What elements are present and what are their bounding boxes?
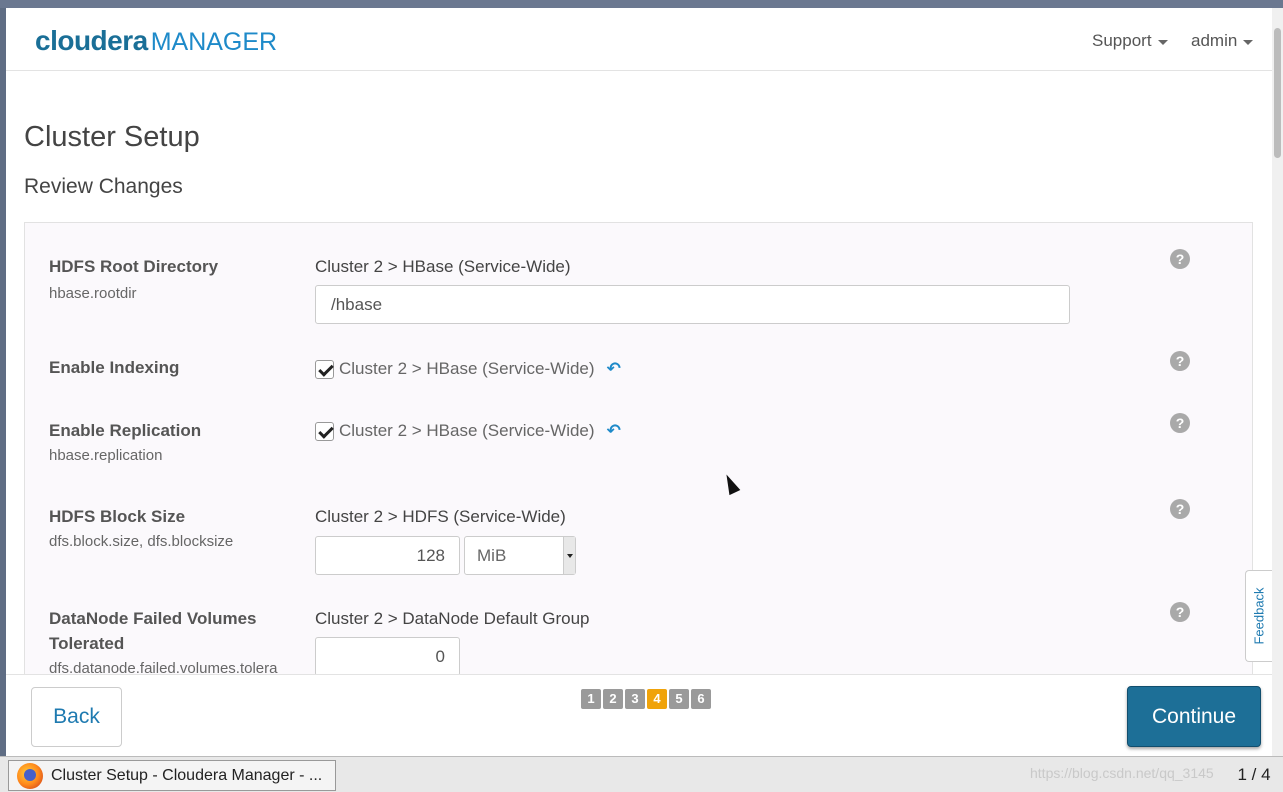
support-label: Support [1092, 31, 1152, 50]
step-2: 2 [603, 689, 623, 709]
continue-button[interactable]: Continue [1127, 686, 1261, 747]
review-changes-panel: HDFS Root Directory hbase.rootdir Cluste… [24, 222, 1253, 692]
cloudera-manager-logo[interactable]: cloudera MANAGER [35, 25, 277, 57]
taskbar-window-button[interactable]: Cluster Setup - Cloudera Manager - ... [8, 760, 336, 791]
workspace-counter[interactable]: 1 / 4 [1232, 761, 1276, 789]
admin-menu[interactable]: admin [1191, 31, 1254, 51]
datanode-failed-volumes-input[interactable]: 0 [315, 637, 460, 676]
label-line-1: DataNode Failed Volumes [49, 609, 257, 628]
enable-indexing-checkbox[interactable] [315, 359, 334, 379]
vertical-scrollbar[interactable] [1272, 8, 1283, 756]
chevron-down-icon [1243, 39, 1254, 45]
header: cloudera MANAGER Support admin [6, 8, 1272, 71]
watermark-text: https://blog.csdn.net/qq_3145 [1030, 765, 1214, 781]
step-1: 1 [581, 689, 601, 709]
top-strip [0, 0, 1283, 8]
hdfs-root-directory-scope: Cluster 2 > HBase (Service-Wide) [315, 257, 571, 276]
scrollbar-thumb[interactable] [1274, 28, 1281, 158]
step-4-current: 4 [647, 689, 667, 709]
enable-indexing-label: Enable Indexing [49, 358, 180, 377]
logo-brand: cloudera [35, 25, 148, 56]
enable-replication-property: hbase.replication [49, 447, 163, 464]
feedback-label: Feedback [1251, 587, 1267, 645]
datanode-failed-volumes-scope: Cluster 2 > DataNode Default Group [315, 609, 590, 628]
undo-icon[interactable]: ↶ [607, 359, 621, 379]
browser-window: cloudera MANAGER Support admin Cluster Se… [6, 8, 1272, 756]
help-icon[interactable]: ? [1170, 499, 1190, 519]
help-icon[interactable]: ? [1170, 351, 1190, 371]
wizard-footer: Back 1 2 3 4 5 6 Continue [6, 674, 1272, 756]
taskbar-window-title: Cluster Setup - Cloudera Manager - ... [51, 766, 323, 784]
undo-icon[interactable]: ↶ [607, 421, 621, 441]
page-subtitle: Review Changes [24, 175, 183, 198]
firefox-icon [17, 762, 43, 789]
datanode-failed-volumes-label: DataNode Failed Volumes Tolerated [49, 606, 257, 656]
block-size-unit-select[interactable]: MiB [464, 536, 576, 575]
help-icon[interactable]: ? [1170, 249, 1190, 269]
chevron-down-icon [563, 537, 575, 574]
step-6: 6 [691, 689, 711, 709]
chevron-down-icon [1157, 39, 1168, 45]
admin-label: admin [1191, 31, 1238, 50]
hdfs-root-directory-label: HDFS Root Directory [49, 257, 219, 276]
enable-indexing-row: Cluster 2 > HBase (Service-Wide) ↶ [315, 359, 621, 379]
hdfs-root-directory-input[interactable]: /hbase [315, 285, 1070, 324]
logo-product: MANAGER [150, 28, 278, 56]
page-title: Cluster Setup [24, 121, 200, 153]
taskbar: Cluster Setup - Cloudera Manager - ... h… [0, 756, 1283, 792]
hdfs-block-size-input[interactable]: 128 [315, 536, 460, 575]
help-icon[interactable]: ? [1170, 413, 1190, 433]
enable-replication-scope: Cluster 2 > HBase (Service-Wide) [339, 421, 595, 440]
hdfs-block-size-scope: Cluster 2 > HDFS (Service-Wide) [315, 507, 566, 526]
support-menu[interactable]: Support [1092, 31, 1168, 51]
back-button[interactable]: Back [31, 687, 122, 747]
step-3: 3 [625, 689, 645, 709]
block-size-unit-value: MiB [477, 546, 507, 565]
hdfs-root-directory-property: hbase.rootdir [49, 285, 137, 302]
feedback-tab[interactable]: Feedback [1245, 570, 1272, 662]
enable-replication-checkbox[interactable] [315, 421, 334, 441]
label-line-2: Tolerated [49, 634, 125, 653]
hdfs-block-size-label: HDFS Block Size [49, 507, 186, 526]
help-icon[interactable]: ? [1170, 602, 1190, 622]
step-5: 5 [669, 689, 689, 709]
enable-replication-label: Enable Replication [49, 421, 202, 440]
enable-indexing-scope: Cluster 2 > HBase (Service-Wide) [339, 359, 595, 378]
hdfs-block-size-property: dfs.block.size, dfs.blocksize [49, 533, 234, 550]
wizard-steps: 1 2 3 4 5 6 [581, 689, 711, 709]
enable-replication-row: Cluster 2 > HBase (Service-Wide) ↶ [315, 421, 621, 441]
